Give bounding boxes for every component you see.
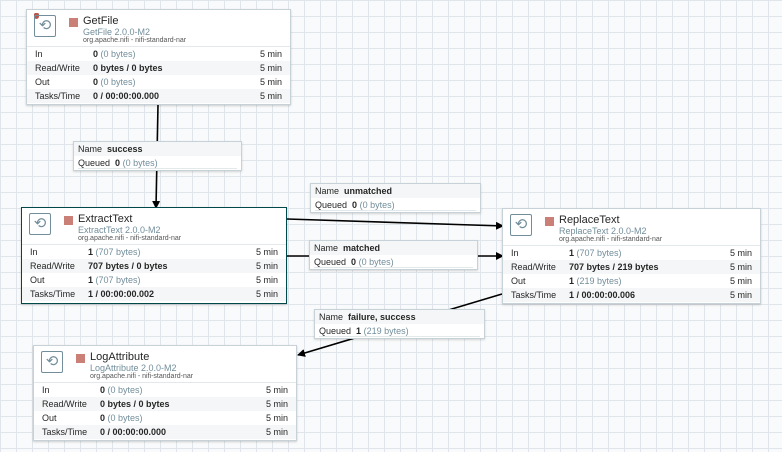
processor-name: ExtractText bbox=[78, 213, 133, 225]
processor-type: ReplaceText 2.0.0-M2 bbox=[559, 226, 647, 236]
processor-icon: ⟲ bbox=[41, 351, 63, 373]
stat-row-out: Out 0 (0 bytes) 5 min bbox=[35, 77, 282, 87]
processor-getfile[interactable]: ⟲ GetFile GetFile 2.0.0-M2 org.apache.ni… bbox=[26, 9, 291, 105]
stat-row-read-write: Read/Write 707 bytes / 0 bytes 5 min bbox=[22, 259, 286, 273]
processor-replacetext[interactable]: ⟲ ReplaceText ReplaceText 2.0.0-M2 org.a… bbox=[502, 208, 761, 304]
processor-name: ReplaceText bbox=[559, 214, 620, 226]
processor-header: ⟲ LogAttribute LogAttribute 2.0.0-M2 org… bbox=[34, 346, 296, 383]
stat-row-tasks: Tasks/Time 0 / 00:00:00.000 5 min bbox=[27, 89, 290, 103]
processor-bundle: org.apache.nifi - nifi-standard-nar bbox=[90, 373, 194, 380]
connection-line-unmatched[interactable] bbox=[286, 218, 504, 230]
stat-row-tasks: Tasks/Time 0 / 00:00:00.000 5 min bbox=[34, 425, 296, 439]
processor-bundle: org.apache.nifi - nifi-standard-nar bbox=[83, 37, 187, 44]
stat-row-read-write: Read/Write 0 bytes / 0 bytes 5 min bbox=[34, 397, 296, 411]
stopped-state-icon bbox=[64, 216, 73, 225]
queue-progress-bar bbox=[315, 210, 476, 211]
connection-label-success[interactable]: Name success Queued 0 (0 bytes) bbox=[73, 141, 242, 171]
stopped-state-icon bbox=[76, 354, 85, 363]
queue-progress-bar bbox=[319, 336, 480, 337]
stopped-state-icon bbox=[69, 18, 78, 27]
processor-icon: ⟲ bbox=[34, 15, 56, 37]
stat-row-out: Out 1 (707 bytes) 5 min bbox=[30, 275, 278, 285]
stat-row-tasks: Tasks/Time 1 / 00:00:00.002 5 min bbox=[22, 287, 286, 301]
stat-row-out: Out 1 (219 bytes) 5 min bbox=[511, 276, 752, 286]
processor-header: ⟲ ReplaceText ReplaceText 2.0.0-M2 org.a… bbox=[503, 209, 760, 246]
connection-label-failure-success[interactable]: Name failure, success Queued 1 (219 byte… bbox=[314, 309, 485, 339]
processor-type: GetFile 2.0.0-M2 bbox=[83, 27, 151, 37]
processor-icon: ⟲ bbox=[29, 213, 51, 235]
stat-row-in: In 1 (707 bytes) 5 min bbox=[511, 248, 752, 258]
processor-name: LogAttribute bbox=[90, 351, 150, 363]
stat-row-in: In 1 (707 bytes) 5 min bbox=[30, 247, 278, 257]
processor-header: ⟲ GetFile GetFile 2.0.0-M2 org.apache.ni… bbox=[27, 10, 290, 47]
stat-row-in: In 0 (0 bytes) 5 min bbox=[42, 385, 288, 395]
stat-row-read-write: Read/Write 707 bytes / 219 bytes 5 min bbox=[503, 260, 760, 274]
processor-type: ExtractText 2.0.0-M2 bbox=[78, 225, 161, 235]
processor-bundle: org.apache.nifi - nifi-standard-nar bbox=[559, 236, 663, 243]
processor-icon: ⟲ bbox=[510, 214, 532, 236]
stat-row-read-write: Read/Write 0 bytes / 0 bytes 5 min bbox=[27, 61, 290, 75]
queue-progress-bar bbox=[314, 267, 473, 268]
queue-progress-bar bbox=[78, 168, 237, 169]
processor-bundle: org.apache.nifi - nifi-standard-nar bbox=[78, 235, 182, 242]
processor-logattribute[interactable]: ⟲ LogAttribute LogAttribute 2.0.0-M2 org… bbox=[33, 345, 297, 441]
stat-row-in: In 0 (0 bytes) 5 min bbox=[35, 49, 282, 59]
stat-row-tasks: Tasks/Time 1 / 00:00:00.006 5 min bbox=[503, 288, 760, 302]
stopped-state-icon bbox=[545, 217, 554, 226]
connection-label-unmatched[interactable]: Name unmatched Queued 0 (0 bytes) bbox=[310, 183, 481, 213]
processor-type: LogAttribute 2.0.0-M2 bbox=[90, 363, 177, 373]
processor-header: ⟲ ExtractText ExtractText 2.0.0-M2 org.a… bbox=[22, 208, 286, 245]
processor-extracttext[interactable]: ⟲ ExtractText ExtractText 2.0.0-M2 org.a… bbox=[21, 207, 287, 304]
connection-label-matched[interactable]: Name matched Queued 0 (0 bytes) bbox=[309, 240, 478, 270]
processor-name: GetFile bbox=[83, 15, 119, 27]
stat-row-out: Out 0 (0 bytes) 5 min bbox=[42, 413, 288, 423]
